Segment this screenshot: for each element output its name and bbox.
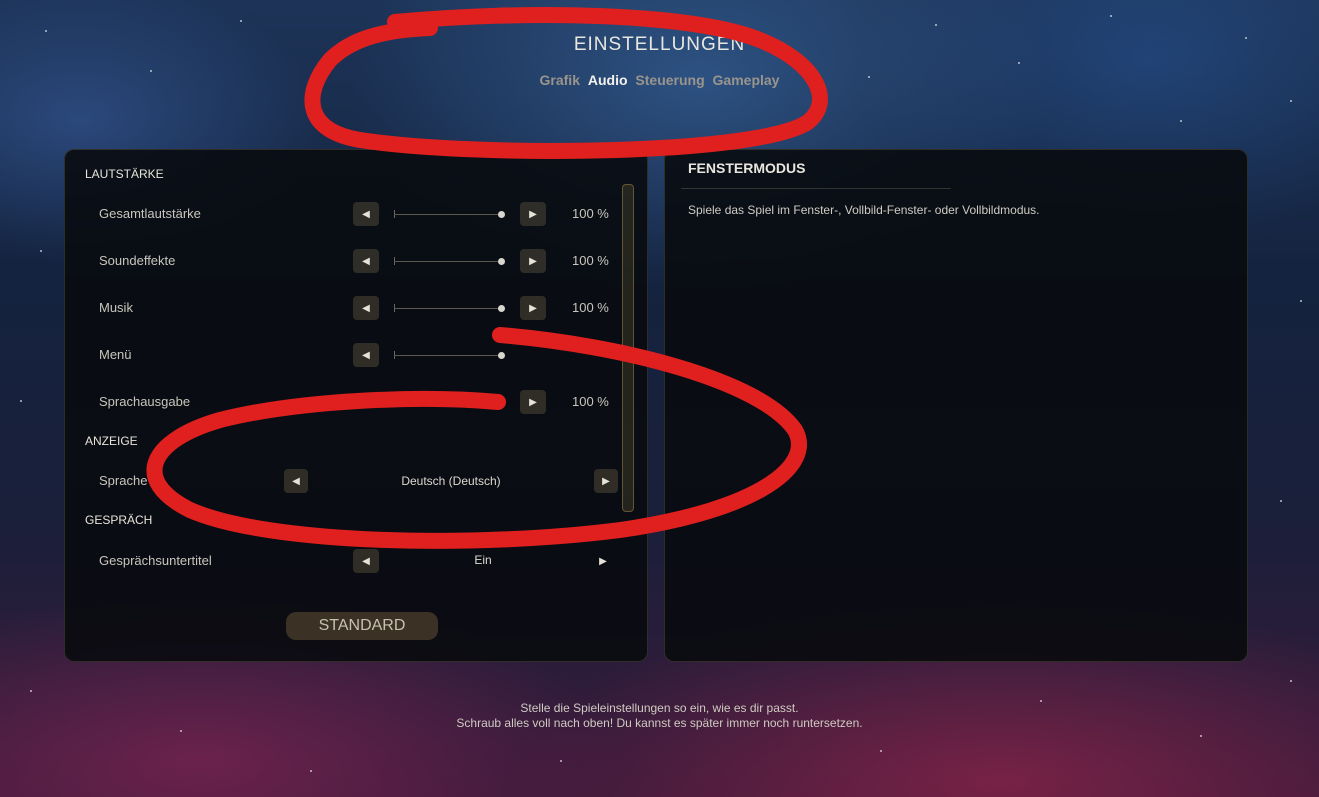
footer-line-2: Schraub alles voll nach oben! Du kannst …: [456, 716, 863, 730]
slider-value: 100 %: [572, 394, 609, 409]
description-text: Spiele das Spiel im Fenster-, Vollbild-F…: [688, 203, 1040, 217]
subtitles-value: Ein: [474, 553, 492, 567]
slider-label: Gesamtlautstärke: [99, 206, 201, 221]
description-panel: FENSTERMODUS Spiele das Spiel im Fenster…: [664, 149, 1248, 662]
slider-label: Musik: [99, 300, 133, 315]
increase-arrow-icon[interactable]: ▶: [520, 390, 546, 414]
language-label: Sprache: [99, 473, 148, 488]
settings-scrollbar[interactable]: [622, 184, 634, 512]
volume-slider-track[interactable]: [394, 308, 502, 309]
slider-value: 100 %: [572, 206, 609, 221]
volume-slider-track[interactable]: [394, 214, 502, 215]
description-title: FENSTERMODUS: [688, 160, 806, 176]
slider-value: 100 %: [572, 300, 609, 315]
footer-line-1: Stelle die Spieleinstellungen so ein, wi…: [520, 701, 799, 715]
slider-knob[interactable]: [498, 258, 505, 265]
decrease-arrow-icon[interactable]: ◀: [353, 249, 379, 273]
previous-language-arrow-icon[interactable]: ◀: [284, 469, 308, 493]
section-header-volume: LAUTSTÄRKE: [85, 167, 164, 181]
decrease-arrow-icon[interactable]: ◀: [353, 202, 379, 226]
language-value: Deutsch (Deutsch): [401, 474, 501, 488]
tab-grafik[interactable]: Grafik: [540, 72, 580, 88]
slider-label: Sprachausgabe: [99, 394, 191, 409]
standard-button[interactable]: STANDARD: [286, 612, 438, 640]
slider-knob[interactable]: [498, 305, 505, 312]
footer-hint: Stelle die Spieleinstellungen so ein, wi…: [0, 701, 1319, 731]
increase-arrow-icon[interactable]: ▶: [520, 249, 546, 273]
decrease-arrow-icon[interactable]: ◀: [353, 343, 379, 367]
subtitles-previous-arrow-icon[interactable]: ◀: [353, 549, 379, 573]
tab-bar: Grafik Audio Steuerung Gameplay: [0, 72, 1319, 88]
slider-knob[interactable]: [498, 352, 505, 359]
volume-slider-track[interactable]: [394, 261, 502, 262]
tab-steuerung[interactable]: Steuerung: [635, 72, 704, 88]
slider-value: 100 %: [572, 253, 609, 268]
subtitles-label: Gesprächsuntertitel: [99, 553, 212, 568]
slider-knob[interactable]: [498, 211, 505, 218]
settings-header: EINSTELLUNGEN Grafik Audio Steuerung Gam…: [0, 34, 1319, 88]
slider-label: Menü: [99, 347, 132, 362]
title-divider: [681, 188, 951, 189]
subtitles-next-arrow-icon[interactable]: ▶: [590, 549, 616, 573]
increase-arrow-icon[interactable]: ▶: [520, 202, 546, 226]
page-title: EINSTELLUNGEN: [573, 34, 746, 55]
increase-arrow-icon[interactable]: ▶: [520, 296, 546, 320]
next-language-arrow-icon[interactable]: ▶: [594, 469, 618, 493]
tab-audio[interactable]: Audio: [588, 72, 628, 88]
decrease-arrow-icon[interactable]: ◀: [353, 296, 379, 320]
section-header-dialogue: GESPRÄCH: [85, 513, 153, 527]
section-header-display: ANZEIGE: [85, 434, 138, 448]
volume-slider-track[interactable]: [394, 355, 502, 356]
settings-panel: LAUTSTÄRKE Gesamtlautstärke ◀ ▶ 100 % So…: [64, 149, 648, 662]
tab-gameplay[interactable]: Gameplay: [713, 72, 780, 88]
slider-label: Soundeffekte: [99, 253, 176, 268]
